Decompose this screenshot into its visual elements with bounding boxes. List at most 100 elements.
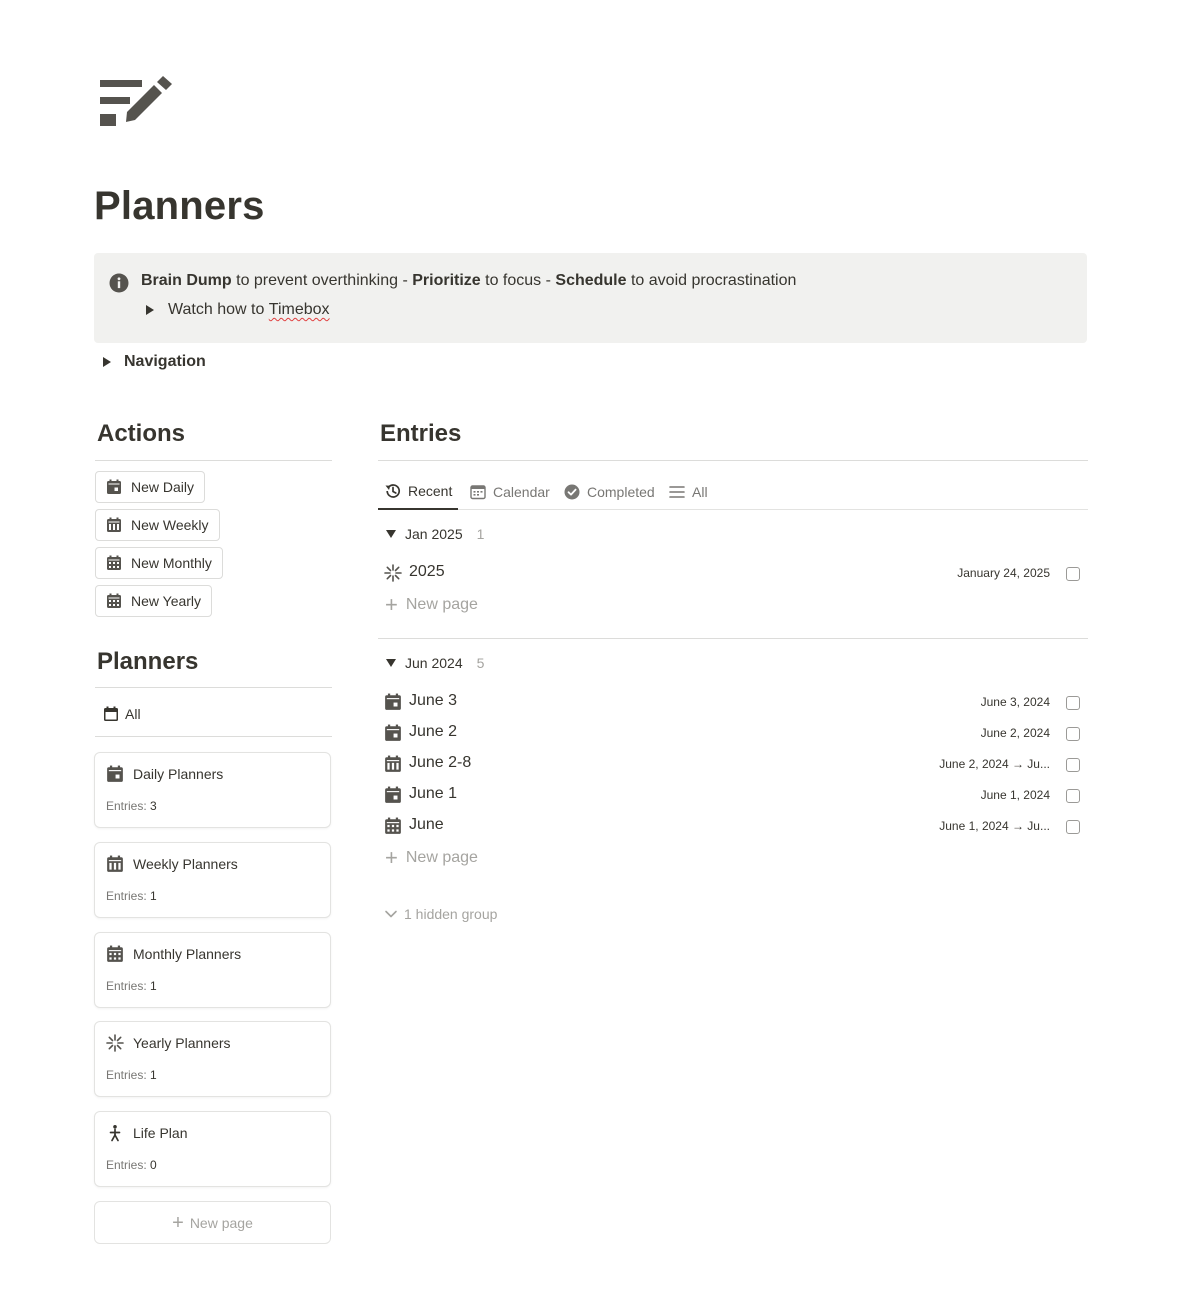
hidden-groups-toggle[interactable]: 1 hidden group	[384, 906, 497, 922]
entries-divider	[378, 460, 1088, 461]
list-item[interactable]: June 2 June 2, 2024	[378, 718, 1088, 749]
callout-text: Brain Dump to prevent overthinking - Pri…	[141, 272, 796, 290]
sparkle-icon	[106, 1034, 124, 1052]
navigation-toggle[interactable]: Navigation	[103, 353, 206, 371]
group-jun-new-page-button[interactable]: + New page	[385, 847, 478, 869]
actions-divider	[95, 460, 332, 461]
calendar-month-icon	[385, 817, 401, 834]
toggle-label-timebox: Timebox	[268, 301, 330, 318]
entry-date: June 2, 2024 → Ju...	[939, 757, 1050, 771]
actions-heading: Actions	[97, 420, 186, 447]
entries-label: Entries:	[106, 1158, 147, 1172]
entry-title: June 1	[409, 785, 458, 802]
planner-card-life-plan[interactable]: Life Plan Entries: 0	[94, 1111, 331, 1187]
group-divider	[378, 638, 1088, 639]
entry-title: June 2-8	[409, 754, 472, 771]
planner-card-yearly[interactable]: Yearly Planners Entries: 1	[94, 1021, 331, 1097]
planners-view-divider	[95, 736, 332, 737]
new-daily-button[interactable]: New Daily	[95, 471, 206, 503]
calendar-day-icon	[107, 479, 121, 494]
planners-view-label: All	[125, 706, 141, 722]
list-item[interactable]: June June 1, 2024 → Ju...	[378, 811, 1088, 842]
callout: Brain Dump to prevent overthinking - Pri…	[94, 253, 1087, 343]
entry-title: 2025	[409, 563, 445, 580]
plus-icon: +	[385, 592, 398, 617]
new-weekly-button[interactable]: New Weekly	[95, 509, 220, 541]
calendar-week-icon	[385, 755, 401, 772]
planners-divider	[95, 687, 332, 688]
entries-label: Entries:	[106, 979, 147, 993]
entries-view-tabs: Recent Calendar Completed All	[378, 473, 1088, 510]
group-jan-2025-toggle[interactable]: Jan 2025 1	[386, 526, 484, 542]
planners-new-page-button[interactable]: + New page	[94, 1201, 331, 1244]
sparkle-icon	[384, 564, 402, 582]
entries-heading: Entries	[380, 420, 462, 447]
done-checkbox[interactable]	[1066, 758, 1080, 772]
tab-completed[interactable]: Completed	[557, 473, 661, 510]
callout-bold-schedule: Schedule	[555, 272, 627, 289]
entry-date: June 2, 2024	[980, 726, 1050, 740]
planner-card-title: Weekly Planners	[133, 856, 238, 872]
entry-date: January 24, 2025	[957, 566, 1050, 580]
calendar-day-icon	[385, 693, 401, 710]
calendar-day-icon	[385, 786, 401, 803]
new-yearly-button[interactable]: New Yearly	[95, 585, 213, 617]
tab-label: All	[692, 483, 708, 500]
calendar-month-icon	[107, 945, 123, 962]
entry-date: June 1, 2024 → Ju...	[939, 819, 1050, 833]
entry-title: June 3	[409, 692, 458, 709]
list-item[interactable]: June 3 June 3, 2024	[378, 687, 1088, 718]
entry-date: June 3, 2024	[980, 695, 1050, 709]
planner-card-daily[interactable]: Daily Planners Entries: 3	[94, 752, 331, 828]
done-checkbox[interactable]	[1066, 727, 1080, 741]
toggle-arrow-icon[interactable]	[146, 305, 154, 315]
collapse-arrow-icon[interactable]	[386, 530, 396, 538]
list-item[interactable]: 2025 January 24, 2025	[378, 558, 1088, 589]
group-label: Jan 2025	[405, 526, 463, 542]
planner-card-title: Monthly Planners	[133, 946, 242, 962]
calendar-week-icon	[107, 517, 121, 532]
entries-label: Entries:	[106, 1068, 147, 1082]
done-checkbox[interactable]	[1066, 820, 1080, 834]
new-page-label: New page	[405, 849, 478, 866]
timebox-toggle[interactable]: Watch how to Timebox	[146, 301, 330, 319]
planner-card-weekly[interactable]: Weekly Planners Entries: 1	[94, 842, 331, 918]
collapse-arrow-icon[interactable]	[386, 659, 396, 667]
tab-label: Recent	[408, 482, 453, 499]
callout-bold-brain-dump: Brain Dump	[141, 272, 232, 289]
planner-card-title: Life Plan	[133, 1125, 188, 1141]
planners-heading: Planners	[97, 648, 199, 675]
entry-date: June 1, 2024	[980, 788, 1050, 802]
toggle-arrow-icon[interactable]	[103, 357, 111, 367]
group-jun-2024-toggle[interactable]: Jun 2024 5	[386, 655, 484, 671]
tab-recent[interactable]: Recent	[378, 473, 459, 510]
done-checkbox[interactable]	[1066, 567, 1080, 581]
entries-count: 0	[150, 1158, 157, 1172]
history-icon	[385, 483, 401, 498]
tab-label: Calendar	[493, 483, 550, 500]
tab-all[interactable]: All	[662, 473, 714, 510]
calendar-month-icon	[107, 555, 121, 570]
new-monthly-button[interactable]: New Monthly	[95, 547, 223, 579]
entries-label: Entries:	[106, 889, 147, 903]
list-item[interactable]: June 2-8 June 2, 2024 → Ju...	[378, 749, 1088, 780]
info-icon	[109, 273, 129, 293]
done-checkbox[interactable]	[1066, 789, 1080, 803]
plus-icon: +	[172, 1211, 184, 1234]
group-jan-new-page-button[interactable]: + New page	[385, 594, 478, 616]
list-item[interactable]: June 1 June 1, 2024	[378, 780, 1088, 811]
entry-title: June 2	[409, 723, 458, 740]
callout-text-3: to avoid procrastination	[626, 272, 797, 289]
new-page-label: New page	[189, 1214, 253, 1231]
done-checkbox[interactable]	[1066, 696, 1080, 710]
notes-edit-icon	[100, 76, 172, 126]
callout-bold-prioritize: Prioritize	[412, 272, 481, 289]
entries-count: 1	[150, 1068, 157, 1082]
calendar-day-icon	[107, 765, 123, 782]
page-title: Planners	[94, 184, 265, 228]
planner-card-monthly[interactable]: Monthly Planners Entries: 1	[94, 932, 331, 1008]
tab-calendar[interactable]: Calendar	[463, 473, 556, 510]
planners-view-all[interactable]: All	[103, 706, 141, 722]
navigation-label: Navigation	[124, 353, 206, 370]
new-monthly-label: New Monthly	[131, 555, 212, 571]
